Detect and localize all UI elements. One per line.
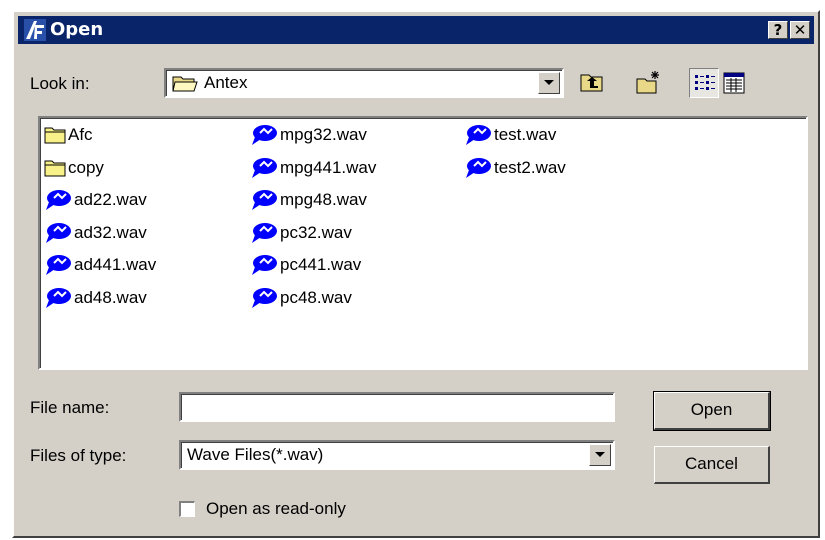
chevron-down-icon[interactable] [589,444,611,466]
wave-file-icon [252,255,277,275]
file-list-item[interactable]: mpg441.wav [250,155,376,181]
file-name-label: File name: [30,398,110,417]
details-view-button[interactable] [719,68,749,98]
file-list-item[interactable]: copy [44,155,104,181]
look-in-dropdown[interactable]: Antex [164,68,564,98]
file-list-item-label: Afc [68,125,93,144]
create-new-folder-button[interactable] [634,68,664,98]
wave-file-icon [252,287,277,308]
title-bar[interactable]: Open ? ✕ [18,16,814,44]
file-list-item[interactable]: test2.wav [464,155,566,181]
file-list-item-label: ad32.wav [74,222,147,242]
file-list-item[interactable]: ad48.wav [44,285,147,311]
file-list-item-label: ad441.wav [74,255,157,274]
list-view-button[interactable] [689,68,719,98]
wave-file-icon [46,255,71,275]
list-view-icon [695,75,715,90]
up-folder-icon [580,74,603,92]
file-list-item[interactable]: mpg32.wav [250,122,367,148]
file-list-item-label: mpg441.wav [280,157,377,177]
wave-file-icon [46,222,71,243]
open-folder-icon [172,76,198,92]
file-list-item[interactable]: test.wav [464,122,556,148]
file-name-input[interactable] [179,392,615,422]
file-list-item-label: pc32.wav [280,222,352,242]
wave-file-icon [46,190,71,210]
file-list-item[interactable]: pc32.wav [250,220,352,246]
open-button[interactable]: Open [653,391,771,431]
file-list-item[interactable]: pc48.wav [250,285,352,311]
file-list-item-label: test.wav [494,125,557,144]
file-list-item-label: pc441.wav [280,255,362,274]
look-in-value: Antex [204,73,248,92]
file-type-dropdown[interactable]: Wave Files(*.wav) [179,440,615,470]
file-list-item[interactable]: ad32.wav [44,220,147,246]
wave-file-icon [466,125,491,145]
file-list-item[interactable]: mpg48.wav [250,187,367,213]
file-type-value: Wave Files(*.wav) [187,445,324,464]
file-list-item-label: test2.wav [494,157,566,177]
file-list-item[interactable]: ad22.wav [44,187,147,213]
wave-file-icon [252,125,277,145]
cancel-button[interactable]: Cancel [654,446,770,484]
up-one-level-button[interactable] [577,68,607,98]
file-list-item[interactable]: pc441.wav [250,252,361,278]
look-in-label: Look in: [30,74,90,93]
close-button[interactable]: ✕ [790,21,810,39]
new-folder-icon [636,71,659,94]
file-list-item-label: pc48.wav [280,287,352,307]
help-button[interactable]: ? [768,21,788,39]
file-type-label: Files of type: [30,446,127,465]
file-list-item[interactable]: Afc [44,122,93,148]
file-list-item-label: ad48.wav [74,287,147,307]
file-list-item[interactable]: ad441.wav [44,252,156,278]
window-title: Open [50,19,104,40]
folder-icon [44,160,66,176]
details-view-icon [723,72,745,94]
file-list-item-label: mpg32.wav [280,125,367,144]
app-icon [24,19,46,41]
file-list-item-label: mpg48.wav [280,190,367,209]
chevron-down-icon[interactable] [538,72,560,94]
folder-icon [44,127,66,144]
wave-file-icon [46,287,71,308]
read-only-checkbox[interactable] [179,501,195,517]
open-dialog: Open ? ✕ Look in: Antex Afc copy ad22.wa… [12,10,820,538]
file-list[interactable]: Afc copy ad22.wav ad32.wav ad441.wav ad48.wav… [38,116,808,370]
file-list-item-label: copy [68,157,104,177]
wave-file-icon [252,222,277,243]
wave-file-icon [252,157,277,178]
wave-file-icon [252,190,277,210]
file-list-item-label: ad22.wav [74,190,147,209]
read-only-label[interactable]: Open as read-only [206,499,346,519]
wave-file-icon [466,157,491,178]
